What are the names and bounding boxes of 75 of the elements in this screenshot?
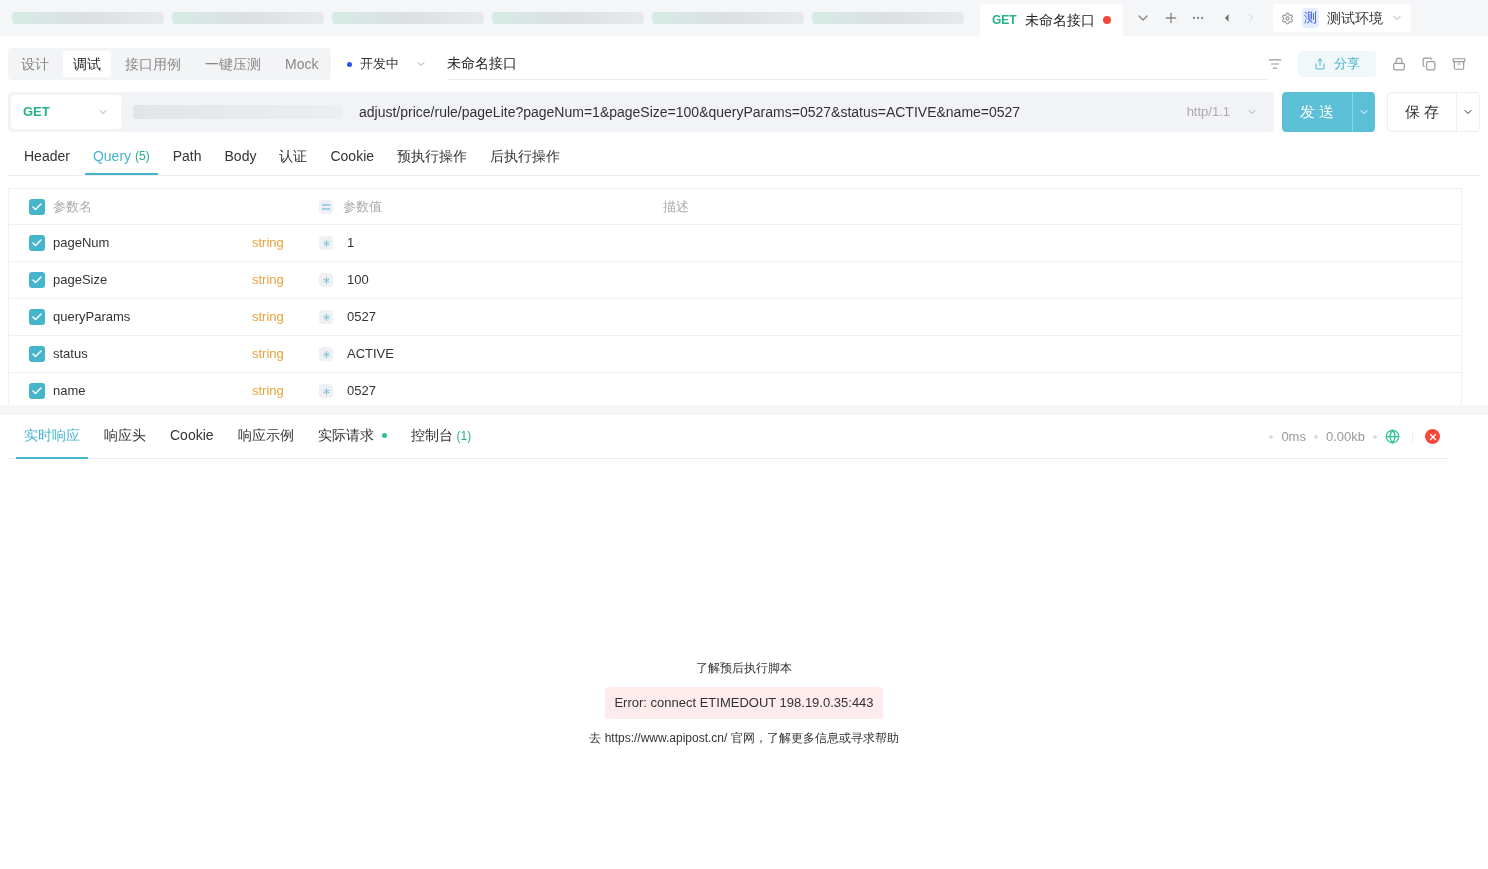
response-tab[interactable]: 响应示例 — [229, 414, 302, 459]
blurred-tab[interactable] — [172, 12, 324, 24]
status-label: 开发中 — [360, 55, 400, 74]
script-hint: 了解预后执行脚本 — [696, 660, 792, 677]
globe-icon[interactable] — [1385, 429, 1400, 444]
close-icon[interactable] — [1425, 429, 1440, 444]
checkbox[interactable] — [29, 198, 45, 215]
check-icon — [31, 274, 43, 286]
response-time: 0ms — [1281, 427, 1306, 446]
checkbox[interactable] — [29, 383, 45, 399]
check-icon — [31, 200, 43, 213]
column-header: 参数名 — [53, 197, 92, 216]
param-value[interactable]: 100 — [347, 270, 369, 290]
check-icon — [31, 385, 43, 397]
format-icon[interactable] — [1268, 57, 1282, 71]
param-name[interactable]: status — [53, 344, 88, 364]
settings-icon — [1280, 11, 1294, 25]
param-value[interactable]: 0527 — [347, 381, 376, 401]
request-tab[interactable]: 后执行操作 — [482, 139, 569, 175]
request-tab[interactable]: Body — [216, 139, 265, 175]
blurred-tab[interactable] — [12, 12, 164, 24]
param-value[interactable]: ACTIVE — [347, 344, 394, 364]
environment-name: 测试环境 — [1326, 8, 1383, 28]
checkbox[interactable] — [29, 235, 45, 251]
request-tab[interactable]: 认证 — [271, 139, 316, 175]
param-name[interactable]: name — [53, 381, 86, 401]
blurred-tab[interactable] — [332, 12, 484, 24]
required-icon[interactable] — [319, 273, 333, 287]
param-value[interactable]: 0527 — [347, 307, 376, 327]
active-tab[interactable]: GET 未命名接口 — [980, 4, 1123, 36]
help-text: 去 https://www.apipost.cn/ 官网，了解更多信息或寻求帮助 — [589, 730, 899, 747]
required-icon[interactable] — [319, 236, 333, 250]
check-icon — [31, 348, 43, 360]
archive-icon[interactable] — [1452, 57, 1466, 71]
response-tab[interactable]: 控制台 (1) — [402, 414, 480, 459]
column-header: 参数值 — [343, 197, 383, 216]
required-icon[interactable] — [319, 310, 333, 324]
request-tab[interactable]: Cookie — [322, 139, 383, 175]
request-tab[interactable]: Path — [164, 139, 210, 175]
bulk-edit-icon[interactable] — [319, 199, 333, 214]
param-value[interactable]: 1 — [347, 233, 355, 253]
response-tab[interactable]: 响应头 — [96, 414, 154, 459]
response-tab[interactable]: 实际请求 — [309, 414, 395, 459]
required-icon[interactable] — [319, 384, 333, 398]
environment-select[interactable]: 测 测试环境 — [1272, 4, 1411, 32]
checkbox[interactable] — [29, 346, 45, 362]
param-name[interactable]: pageSize — [53, 270, 108, 290]
url-field[interactable]: adjust/price/rule/pageLite?pageNum=1&pageSize=100&queryParams=0527&status=ACTIVE&name=0527 — [359, 101, 1021, 123]
tab-title: 未命名接口 — [1024, 10, 1095, 30]
column-header: 描述 — [663, 197, 689, 216]
response-tab[interactable]: Cookie — [162, 414, 222, 459]
blurred-tab[interactable] — [652, 12, 804, 24]
lock-icon[interactable] — [1392, 57, 1406, 71]
share-icon — [1314, 58, 1326, 70]
blurred-tab[interactable] — [492, 12, 644, 24]
method-label: GET — [992, 12, 1017, 29]
copy-icon[interactable] — [1422, 57, 1436, 71]
check-icon — [31, 237, 43, 249]
error-message: Error: connect ETIMEDOUT 198.19.0.35:443 — [605, 687, 883, 719]
environment-badge: 测 — [1301, 8, 1319, 28]
api-name-field[interactable]: 未命名接口 — [447, 48, 1268, 80]
blurred-tab[interactable] — [812, 12, 964, 24]
param-name[interactable]: queryParams — [53, 307, 131, 327]
help-link[interactable]: https://www.apipost.cn/ — [604, 731, 728, 745]
request-tab[interactable]: 预执行操作 — [389, 139, 476, 175]
status-select[interactable]: 开发中 — [347, 54, 428, 74]
response-size: 0.00kb — [1325, 427, 1365, 446]
request-tab[interactable]: Header — [16, 139, 78, 175]
required-icon[interactable] — [319, 347, 333, 361]
param-name[interactable]: pageNum — [53, 233, 110, 253]
checkbox[interactable] — [29, 309, 45, 325]
check-icon — [31, 311, 43, 323]
save-button[interactable]: 保 存 — [1388, 93, 1456, 131]
checkbox[interactable] — [29, 272, 45, 288]
mode-tab[interactable]: 调试 — [63, 51, 111, 77]
